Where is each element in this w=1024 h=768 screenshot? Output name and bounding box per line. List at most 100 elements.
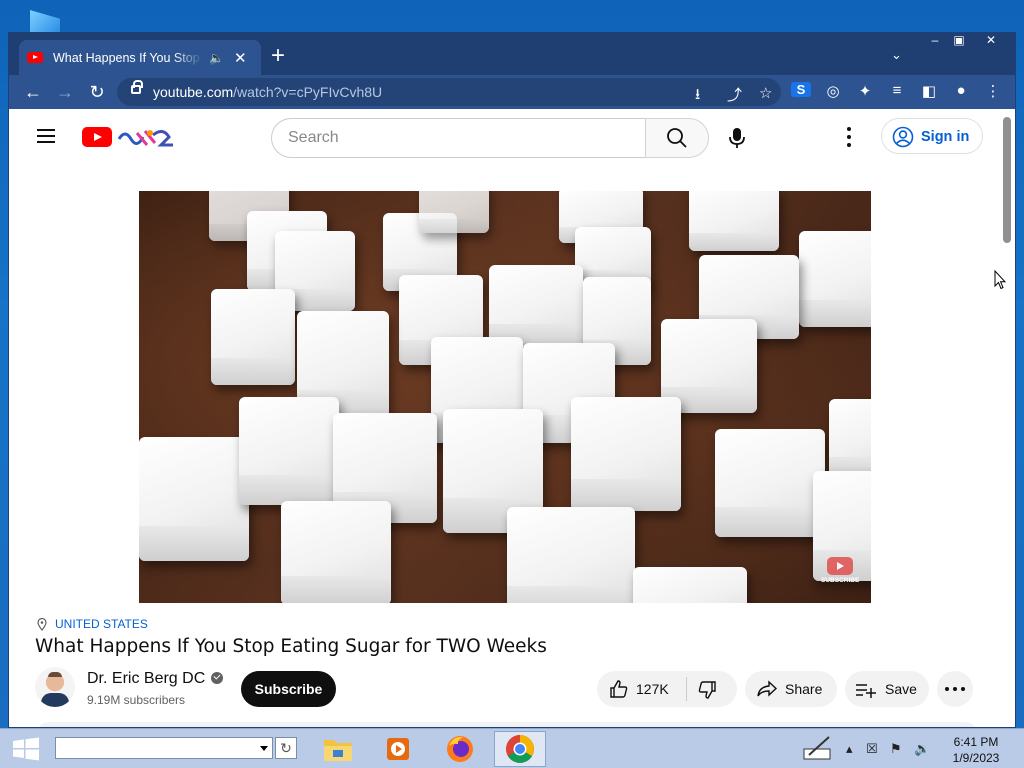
tab-youtube[interactable]: What Happens If You Stop Eating Sugar fo… bbox=[19, 40, 261, 75]
location-tag[interactable]: UNITED STATES bbox=[37, 617, 148, 631]
close-window-button[interactable]: ✕ bbox=[977, 33, 1005, 49]
media-player-taskbar-button[interactable] bbox=[372, 731, 424, 767]
sugar-cube bbox=[633, 567, 747, 603]
maximize-button[interactable]: ▣ bbox=[945, 33, 973, 49]
save-label: Save bbox=[885, 681, 917, 697]
chrome-icon bbox=[506, 735, 534, 763]
title-bar: What Happens If You Stop Eating Sugar fo… bbox=[9, 33, 1015, 75]
install-app-icon[interactable]: ⭳ bbox=[695, 84, 700, 109]
bookmark-star-icon[interactable]: ☆ bbox=[759, 84, 772, 102]
share-label: Share bbox=[785, 681, 823, 697]
settings-more-icon[interactable] bbox=[847, 127, 851, 151]
sugar-cube bbox=[489, 265, 583, 347]
youtube-page: Search Sign in SUBSCRIBE UNITED STATES W… bbox=[9, 109, 1015, 727]
address-bar[interactable]: youtube.com/watch?v=cPyFIvCvh8U ⭳ ⤴ ☆ bbox=[117, 78, 781, 106]
video-title: What Happens If You Stop Eating Sugar fo… bbox=[35, 636, 547, 657]
location-pin-icon bbox=[37, 617, 47, 631]
pen-tablet-tray-icon[interactable] bbox=[803, 735, 833, 761]
system-clock[interactable]: 6:41 PM 1/9/2023 bbox=[942, 734, 1010, 766]
browser-window: What Happens If You Stop Eating Sugar fo… bbox=[8, 32, 1016, 728]
forward-button[interactable]: → bbox=[55, 82, 75, 102]
close-tab-icon[interactable]: ✕ bbox=[234, 49, 247, 67]
extension-shield-icon[interactable]: ◎ bbox=[823, 82, 843, 100]
side-panel-icon[interactable]: ◧ bbox=[919, 82, 939, 100]
folder-icon bbox=[324, 740, 352, 761]
clock-time: 6:41 PM bbox=[953, 735, 999, 749]
verified-badge-icon bbox=[211, 671, 224, 684]
action-center-flag-icon[interactable]: ⚑ bbox=[890, 741, 902, 757]
youtube-masthead: Search Sign in bbox=[9, 109, 999, 165]
firefox-icon bbox=[447, 736, 473, 762]
youtube-doodle-logo[interactable] bbox=[117, 125, 177, 149]
like-count[interactable]: 127K bbox=[636, 681, 669, 697]
address-dropdown-icon[interactable] bbox=[260, 746, 268, 751]
sugar-cube bbox=[139, 437, 249, 561]
audio-playing-icon[interactable]: 🔈 bbox=[209, 51, 224, 65]
file-explorer-taskbar-button[interactable] bbox=[312, 731, 364, 767]
channel-avatar[interactable] bbox=[35, 667, 75, 707]
scrollbar-thumb[interactable] bbox=[1003, 117, 1011, 243]
dislike-icon[interactable] bbox=[697, 680, 717, 700]
url-text[interactable]: youtube.com/watch?v=cPyFIvCvh8U bbox=[153, 84, 382, 100]
microphone-icon bbox=[729, 128, 745, 148]
tab-search-chevron-icon[interactable]: ⌄ bbox=[891, 47, 902, 63]
share-page-icon[interactable]: ⤴ bbox=[727, 84, 742, 105]
show-hidden-icons-chevron[interactable]: ▴ bbox=[846, 741, 853, 757]
sugar-cube bbox=[571, 397, 681, 511]
search-input[interactable]: Search bbox=[271, 118, 645, 158]
search-placeholder: Search bbox=[288, 129, 339, 146]
profile-icon[interactable]: ● bbox=[951, 82, 971, 99]
sugar-cube bbox=[715, 429, 825, 537]
desktop-shortcut-icon[interactable] bbox=[30, 10, 60, 32]
voice-search-button[interactable] bbox=[717, 118, 757, 158]
sugar-cube bbox=[689, 191, 779, 251]
start-windows-icon[interactable] bbox=[12, 737, 40, 761]
share-icon bbox=[757, 680, 778, 697]
account-icon bbox=[892, 126, 914, 148]
extension-s-icon[interactable]: S bbox=[791, 82, 811, 97]
like-dislike-group: 127K bbox=[597, 671, 737, 707]
like-icon[interactable] bbox=[609, 679, 629, 699]
watermark-label: SUBSCRIBE bbox=[821, 577, 860, 584]
subscribe-button[interactable]: Subscribe bbox=[241, 671, 336, 707]
sign-in-label: Sign in bbox=[921, 129, 970, 145]
volume-tray-icon[interactable]: 🔉 bbox=[914, 741, 930, 757]
more-actions-button[interactable] bbox=[937, 671, 973, 707]
back-button[interactable]: ← bbox=[23, 82, 43, 102]
subscriber-count: 9.19M subscribers bbox=[87, 693, 186, 707]
youtube-logo-icon[interactable] bbox=[82, 127, 112, 147]
firefox-taskbar-button[interactable] bbox=[434, 731, 486, 767]
lock-icon[interactable] bbox=[131, 80, 143, 94]
sign-in-button[interactable]: Sign in bbox=[881, 118, 983, 154]
new-tab-button[interactable]: + bbox=[271, 44, 285, 68]
media-player-icon bbox=[387, 738, 409, 760]
location-label: UNITED STATES bbox=[55, 617, 148, 631]
watermark-play-icon bbox=[827, 557, 853, 575]
taskbar-address-input[interactable] bbox=[55, 737, 273, 759]
search-icon bbox=[667, 128, 687, 148]
search-button[interactable] bbox=[645, 118, 709, 158]
sugar-cube bbox=[211, 289, 295, 385]
mouse-cursor-icon bbox=[994, 270, 1006, 290]
extensions-puzzle-icon[interactable]: ✦ bbox=[855, 82, 875, 100]
sugar-cube bbox=[507, 507, 635, 603]
youtube-favicon-icon bbox=[27, 52, 43, 63]
share-button[interactable]: Share bbox=[745, 671, 837, 707]
save-button[interactable]: Save bbox=[845, 671, 929, 707]
clock-date: 1/9/2023 bbox=[952, 751, 1000, 765]
media-control-icon[interactable]: ≡ bbox=[887, 82, 907, 99]
page-scrollbar[interactable] bbox=[999, 109, 1015, 727]
subscribe-watermark[interactable]: SUBSCRIBE bbox=[821, 557, 859, 591]
chrome-taskbar-button[interactable] bbox=[494, 731, 546, 767]
channel-name[interactable]: Dr. Eric Berg DC bbox=[87, 670, 224, 688]
guide-menu-icon[interactable] bbox=[37, 129, 55, 147]
taskbar-refresh-icon[interactable]: ↻ bbox=[275, 737, 297, 759]
browser-menu-icon[interactable]: ⋮ bbox=[983, 82, 1003, 100]
network-tray-icon[interactable]: ☒ bbox=[866, 741, 878, 757]
sugar-cube bbox=[281, 501, 391, 603]
reload-button[interactable]: ↻ bbox=[87, 82, 107, 102]
video-player[interactable]: SUBSCRIBE bbox=[139, 191, 871, 603]
playlist-add-icon bbox=[856, 684, 876, 698]
taskbar: ↻ ▴ ☒ ⚑ 🔉 6:41 PM 1/9/2023 bbox=[0, 728, 1024, 768]
tab-title: What Happens If You Stop Eating Sugar fo… bbox=[53, 50, 203, 65]
